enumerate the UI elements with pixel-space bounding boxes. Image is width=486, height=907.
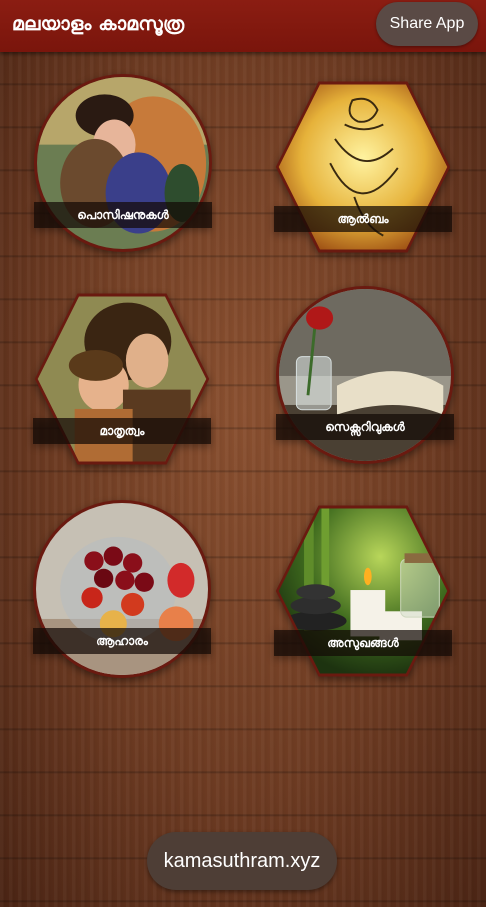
tile-diseases[interactable]: അസുഖങ്ങൾ	[274, 502, 452, 680]
share-app-button[interactable]: Share App	[376, 2, 478, 46]
tile-diseases-label: അസുഖങ്ങൾ	[274, 630, 452, 656]
tile-food[interactable]: ആഹാരം	[33, 500, 211, 678]
tile-sex-knowledge[interactable]: സെക്സറിവുകൾ	[276, 286, 454, 464]
tile-motherhood[interactable]: മാതൃത്വം	[33, 290, 211, 468]
tile-positions[interactable]: പൊസിഷനുകൾ	[34, 74, 212, 252]
app-title: മലയാളം കാമസൂത്ര	[12, 13, 185, 35]
tile-album-label: ആൽബം	[274, 206, 452, 232]
website-link[interactable]: kamasuthram.xyz	[147, 832, 337, 890]
tile-album[interactable]: ആൽബം	[274, 78, 452, 256]
tile-motherhood-label: മാതൃത്വം	[33, 418, 211, 444]
tile-positions-label: പൊസിഷനുകൾ	[34, 202, 212, 228]
tile-sex-knowledge-label: സെക്സറിവുകൾ	[276, 414, 454, 440]
app-bar: മലയാളം കാമസൂത്ര Share App	[0, 0, 486, 52]
tile-food-label: ആഹാരം	[33, 628, 211, 654]
